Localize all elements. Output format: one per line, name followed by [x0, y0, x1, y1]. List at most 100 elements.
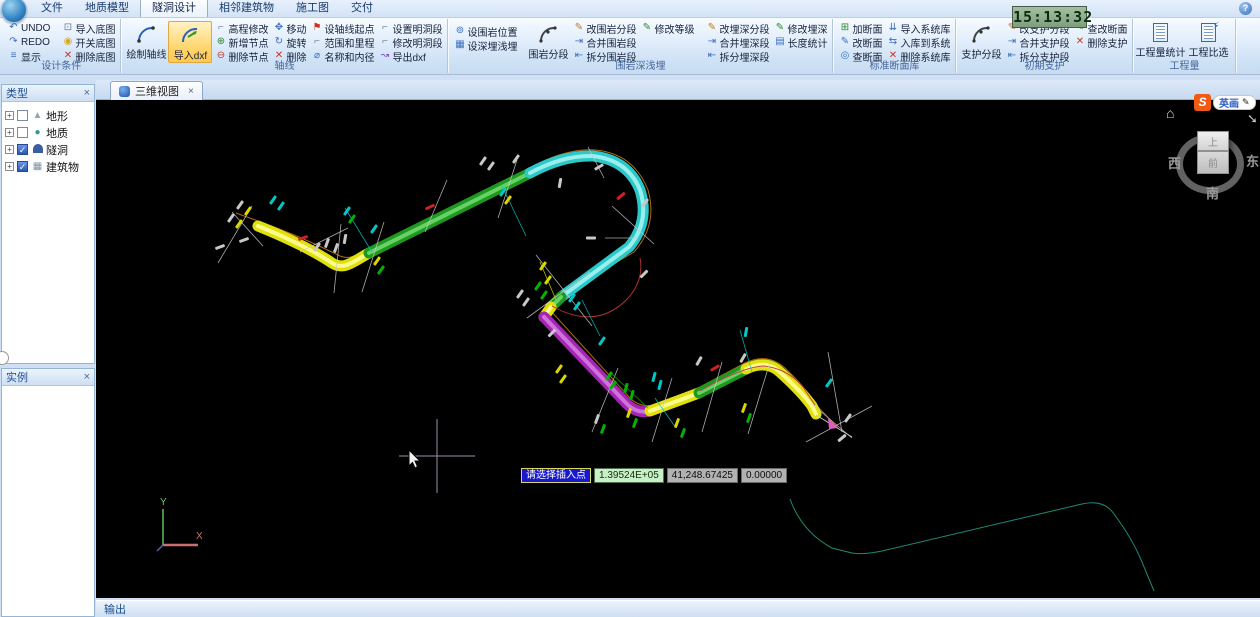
- modify-section-button[interactable]: ✎ 改断面: [836, 35, 884, 50]
- view-cube-front-face[interactable]: 前: [1197, 151, 1229, 174]
- station-label: [479, 156, 487, 166]
- station-label: [348, 214, 356, 224]
- tunnel-highlight-west-green: [367, 171, 532, 255]
- import-library-icon: ⇊: [888, 22, 898, 33]
- help-icon[interactable]: ?: [1239, 2, 1252, 15]
- toggle-basemap-button[interactable]: ◉ 开关底图: [59, 35, 117, 50]
- undo-button[interactable]: ↶ UNDO: [5, 21, 52, 35]
- close-icon[interactable]: ×: [188, 86, 194, 97]
- tunnel-icon: [31, 143, 44, 156]
- delete-support-button[interactable]: ✕ 删除支护: [1071, 35, 1129, 50]
- buildings-checkbox[interactable]: ✓: [17, 161, 28, 172]
- expand-icon[interactable]: +: [5, 162, 14, 171]
- rotate-button[interactable]: ↻ 旋转: [270, 35, 308, 50]
- main-area: 三维视图 × YX 输出: [96, 75, 1260, 617]
- leader-line: [701, 361, 723, 433]
- merge-support-segment-button[interactable]: ⇥ 合并支护段: [1003, 35, 1071, 50]
- station-label: [657, 380, 663, 390]
- station-label: [377, 265, 385, 275]
- elevation-edit-button[interactable]: ⌐ 高程修改: [212, 21, 270, 36]
- merge-depth-segment-button[interactable]: ⇥ 合并埋深段: [703, 35, 771, 50]
- ribbon-group-rock-depth: ⊚ 设围岩位置 ▦ 设深埋浅埋 围岩分段 ✎ 改围岩分段 ✎ 修改等级 ⇥ 合并围岩段 ⇤…: [448, 19, 834, 73]
- compass-south[interactable]: 南: [1206, 183, 1219, 202]
- view-tab-icon: [119, 85, 130, 97]
- to-library-icon: ⇆: [888, 36, 898, 47]
- set-rock-position-button[interactable]: ⊚ 设围岩位置: [451, 24, 519, 39]
- edit-icon: ✎: [775, 22, 785, 33]
- station-label: [598, 336, 606, 346]
- expand-icon[interactable]: +: [5, 145, 14, 154]
- expand-icon[interactable]: +: [5, 128, 14, 137]
- tunnel-checkbox[interactable]: ✓: [17, 144, 28, 155]
- save-to-system-button[interactable]: ⇆ 入库到系统: [884, 35, 952, 50]
- station-label: [594, 163, 604, 171]
- tab-construction-drawing[interactable]: 施工图: [285, 0, 340, 17]
- add-node-button[interactable]: ⊕ 新增节点: [212, 35, 270, 50]
- import-system-library-button[interactable]: ⇊ 导入系统库: [884, 21, 952, 36]
- output-bar[interactable]: 输出: [96, 600, 1260, 617]
- corner-icon: ⌐: [382, 36, 388, 47]
- coord-y-value: 41,248.67425: [666, 468, 738, 483]
- terrain-checkbox[interactable]: [17, 110, 28, 121]
- terrain-icon: ▲: [32, 110, 43, 121]
- endpoint-arrow: [828, 418, 838, 429]
- axis-x-label: X: [196, 531, 203, 542]
- close-icon[interactable]: ×: [84, 87, 90, 99]
- edit-icon: ✎: [642, 22, 652, 33]
- rock-segment-button[interactable]: 围岩分段: [526, 21, 570, 61]
- set-burial-depth-button[interactable]: ▦ 设深埋浅埋: [451, 38, 519, 53]
- view-cube-top-face[interactable]: 上: [1197, 131, 1229, 151]
- station-label: [825, 378, 833, 388]
- view-tab-bar: 三维视图 ×: [96, 80, 1260, 100]
- tab-delivery[interactable]: 交付: [340, 0, 384, 17]
- range-mileage-button[interactable]: ⌐ 范围和里程: [308, 35, 376, 50]
- axis-y-label: Y: [160, 497, 167, 508]
- geology-checkbox[interactable]: [17, 127, 28, 138]
- tab-tunnel-design[interactable]: 隧洞设计: [140, 0, 208, 17]
- edit-icon: ✎: [840, 36, 850, 47]
- import-dxf-button[interactable]: 导入dxf: [168, 21, 213, 63]
- merge-rock-segment-button[interactable]: ⇥ 合并围岩段: [570, 35, 696, 50]
- tab-file[interactable]: 文件: [30, 0, 74, 17]
- support-segment-button[interactable]: 支护分段: [959, 21, 1003, 61]
- set-open-cut-button[interactable]: ⌐ 设置明洞段: [376, 21, 444, 36]
- length-statistics-button[interactable]: ▤ 长度统计: [771, 35, 829, 50]
- redo-button[interactable]: ↷ REDO: [5, 35, 52, 49]
- modify-depth-segment-button[interactable]: ✎ 改埋深分段: [703, 21, 771, 36]
- import-basemap-button[interactable]: ⊡ 导入底图: [59, 21, 117, 36]
- view-cube[interactable]: 上 前 西 东 南: [1160, 103, 1260, 203]
- add-section-button[interactable]: ⊞ 加断面: [836, 21, 884, 36]
- pen-icon: ✎: [1242, 97, 1250, 107]
- expand-icon[interactable]: +: [5, 111, 14, 120]
- tree-item-buildings[interactable]: + ✓ ▦ 建筑物: [5, 158, 94, 175]
- viewport-canvas: YX: [156, 146, 1155, 592]
- modify-segment-icon: ✎: [707, 22, 717, 33]
- move-button[interactable]: ✥ 移动: [270, 21, 308, 36]
- tree-item-terrain[interactable]: + ▲ 地形: [5, 107, 94, 124]
- draw-axis-button[interactable]: 绘制轴线: [124, 21, 168, 61]
- set-axis-start-button[interactable]: ⚑ 设轴线起点: [308, 21, 376, 36]
- tree-item-geology[interactable]: + ● 地质: [5, 124, 94, 141]
- compass-east[interactable]: 东: [1246, 151, 1259, 170]
- modify-open-cut-button[interactable]: ⌐ 修改明洞段: [376, 35, 444, 50]
- add-node-icon: ⊕: [216, 36, 226, 47]
- project-compare-button[interactable]: ⚡ 工程比选: [1184, 21, 1232, 59]
- station-label: [623, 383, 629, 393]
- compass-west[interactable]: 西: [1168, 153, 1181, 172]
- modify-depth-button[interactable]: ✎ 修改埋深: [771, 21, 829, 36]
- modify-grade-button[interactable]: ✎ 修改等级: [638, 21, 696, 36]
- view-cube-box[interactable]: 上 前: [1197, 131, 1229, 174]
- tab-3d-view[interactable]: 三维视图 ×: [110, 81, 203, 100]
- tree-item-tunnel[interactable]: + ✓ 隧洞: [5, 141, 94, 158]
- station-label: [425, 203, 435, 211]
- quantity-statistics-button[interactable]: 工程量统计: [1135, 21, 1185, 59]
- add-section-icon: ⊞: [840, 22, 850, 33]
- viewport-3d[interactable]: YX: [96, 100, 1260, 598]
- station-label: [540, 290, 548, 300]
- mouse-cursor: [408, 448, 422, 469]
- tab-adjacent-buildings[interactable]: 相邻建筑物: [208, 0, 285, 17]
- tab-geology-model[interactable]: 地质模型: [74, 0, 140, 17]
- modify-rock-segment-button[interactable]: ✎ 改围岩分段: [570, 21, 638, 36]
- station-label: [616, 192, 626, 200]
- close-icon[interactable]: ×: [84, 371, 90, 383]
